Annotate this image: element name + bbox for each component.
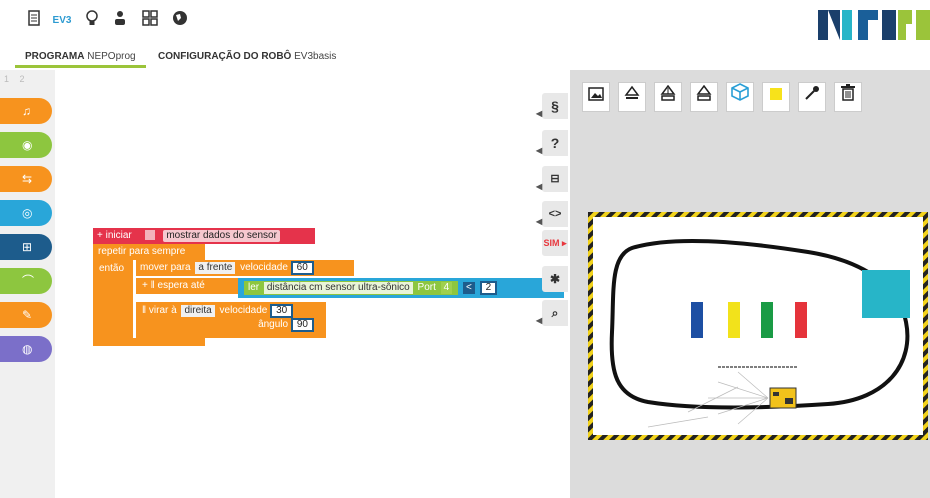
category-math-button[interactable]: ⊞	[0, 234, 52, 260]
move-label: mover	[140, 262, 168, 273]
yellow-square-icon[interactable]	[762, 82, 790, 112]
category-toolbox: 1 2 ♫ ◉ ⇆ ◎ ⊞ ⌒ ✎ ◍	[0, 70, 55, 498]
move-block[interactable]: mover para a frente velocidade 60	[136, 260, 354, 276]
tab-robot-config[interactable]: CONFIGURAÇÃO DO ROBÔ EV3basis	[148, 46, 346, 68]
level-tab-1[interactable]: 1	[4, 74, 9, 84]
category-sensor-button[interactable]: ◉	[0, 132, 52, 158]
turn-direction-dropdown[interactable]: direita	[181, 305, 215, 317]
eject-icon[interactable]	[618, 82, 646, 112]
repeat-forever-block[interactable]: repetir para sempre	[93, 244, 205, 260]
read-label: ler	[248, 282, 260, 293]
category-action-button[interactable]: ♫	[0, 98, 52, 124]
turn-speed-input[interactable]: 30	[270, 304, 294, 318]
robot-icon[interactable]	[769, 387, 797, 409]
simulation-stage[interactable]	[588, 212, 928, 440]
sim-button[interactable]: SIM ▸	[542, 230, 568, 256]
ev3-icon[interactable]: EV3	[50, 10, 74, 32]
blue-block[interactable]	[691, 302, 703, 338]
show-sensor-checkbox[interactable]	[144, 230, 155, 241]
turn-velocity-label: velocidade	[219, 305, 268, 316]
comment-button[interactable]: ◀ ⊟	[536, 166, 568, 192]
para-label: para	[170, 262, 191, 273]
top-bar: EV3	[0, 0, 930, 44]
robot-import-icon[interactable]	[654, 82, 682, 112]
repeat-footer	[93, 338, 205, 346]
image-icon[interactable]	[582, 82, 610, 112]
code-view-button[interactable]: ◀ §	[536, 93, 568, 119]
tab-robot-config-name: EV3basis	[294, 51, 337, 62]
gallery-icon[interactable]	[138, 10, 162, 32]
tab-robot-config-prefix: CONFIGURAÇÃO DO ROBÔ	[158, 51, 292, 62]
lightbulb-icon[interactable]	[80, 10, 104, 32]
direction-dropdown[interactable]: a frente	[195, 262, 236, 274]
pipette-icon[interactable]	[798, 82, 826, 112]
document-icon[interactable]	[22, 10, 46, 32]
compare-operator-dropdown[interactable]: <	[463, 282, 475, 294]
help-button[interactable]: ◀?	[536, 130, 568, 156]
globe-icon[interactable]	[168, 10, 192, 32]
category-colour-button[interactable]: ✎	[0, 302, 52, 328]
velocity-label: velocidade	[240, 262, 288, 273]
wait-label: + ‖ espera até	[142, 280, 205, 291]
start-block[interactable]: + iniciar mostrar dados do sensor	[93, 228, 315, 244]
level-tabs[interactable]: 1 2	[4, 74, 25, 84]
cube-icon[interactable]	[726, 82, 754, 112]
angle-input[interactable]: 90	[290, 318, 314, 332]
show-sensor-label: mostrar dados do sensor	[163, 230, 280, 242]
repeat-label: repetir para sempre	[98, 246, 186, 257]
port-label: Port	[417, 282, 436, 293]
app: EV3 PROGRAMA NEPOprog CONFIGURAÇÃO DO RO…	[0, 0, 930, 498]
tab-bar: PROGRAMA NEPOprog CONFIGURAÇÃO DO ROBÔ E…	[0, 46, 570, 68]
tab-program[interactable]: PROGRAMA NEPOprog	[15, 46, 146, 68]
trash-icon[interactable]	[834, 82, 862, 112]
turn-label: ‖ virar à	[142, 305, 177, 316]
sensor-dropdown[interactable]: distância cm sensor ultra-sônico	[263, 282, 413, 294]
angle-label: ângulo	[258, 319, 289, 330]
tab-program-name: NEPOprog	[87, 51, 136, 62]
start-label: + iniciar	[97, 230, 132, 241]
level-tab-2[interactable]: 2	[20, 74, 25, 84]
debug-button[interactable]: ✱	[542, 266, 568, 292]
robot-export-icon[interactable]	[690, 82, 718, 112]
yellow-block[interactable]	[728, 302, 740, 338]
search-button[interactable]: ◀ ⌕	[536, 300, 568, 326]
source-code-button[interactable]: ◀ <>	[536, 201, 568, 227]
port-dropdown[interactable]: 4	[440, 282, 453, 294]
read-sensor-block[interactable]: ler distância cm sensor ultra-sônico Por…	[244, 281, 459, 295]
category-control-button[interactable]: ⇆	[0, 166, 52, 192]
category-variables-button[interactable]: ◍	[0, 336, 52, 362]
repeat-body-rail: então	[93, 260, 133, 344]
cyan-obstacle[interactable]	[862, 270, 910, 318]
then-label: então	[99, 263, 125, 274]
compare-value-input[interactable]: 2	[479, 281, 498, 295]
green-block[interactable]	[761, 302, 773, 338]
category-logic-button[interactable]: ◎	[0, 200, 52, 226]
tab-program-prefix: PROGRAMA	[25, 51, 85, 62]
move-speed-input[interactable]: 60	[290, 261, 314, 275]
red-block[interactable]	[795, 302, 807, 338]
wait-until-block[interactable]: + ‖ espera até	[136, 278, 240, 294]
turn-block[interactable]: ‖ virar à direita velocidade 30 ângulo 9…	[136, 302, 326, 338]
user-icon[interactable]	[108, 10, 132, 32]
category-text-button[interactable]: ⌒	[0, 268, 52, 294]
compare-block[interactable]: ler distância cm sensor ultra-sônico Por…	[238, 278, 564, 298]
sim-toolbar	[582, 82, 892, 116]
nepo-logo	[818, 10, 930, 40]
